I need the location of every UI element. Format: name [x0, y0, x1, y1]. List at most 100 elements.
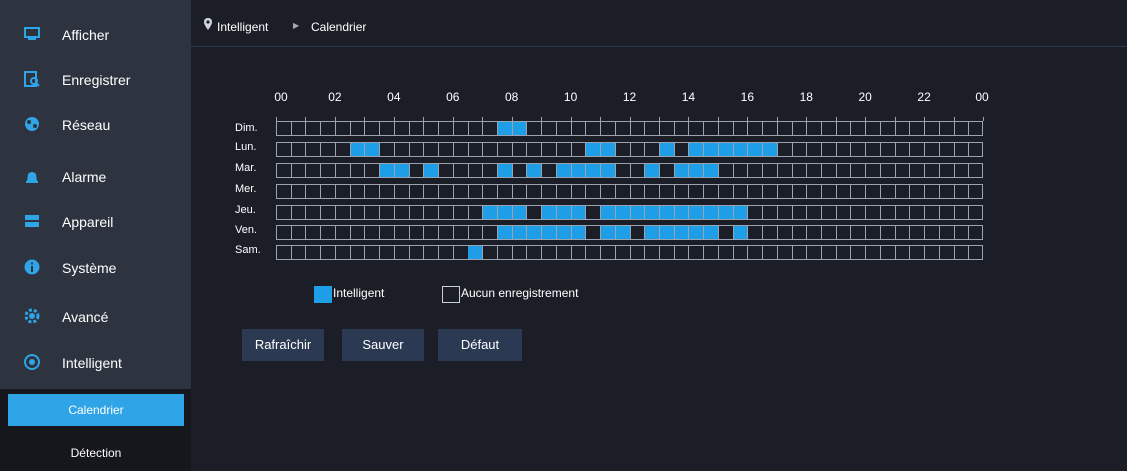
schedule-cell[interactable] — [351, 206, 366, 219]
schedule-cell[interactable] — [439, 226, 454, 239]
schedule-cell[interactable] — [292, 164, 307, 177]
schedule-cell[interactable] — [586, 143, 602, 156]
schedule-cell[interactable] — [969, 143, 984, 156]
schedule-cell[interactable] — [793, 164, 808, 177]
schedule-cell[interactable] — [351, 246, 366, 259]
schedule-cell[interactable] — [689, 226, 705, 239]
schedule-cell[interactable] — [718, 143, 734, 156]
schedule-cell[interactable] — [513, 143, 528, 156]
breadcrumb-root[interactable]: Intelligent — [217, 20, 268, 34]
schedule-cell[interactable] — [778, 185, 793, 198]
schedule-cell[interactable] — [734, 164, 749, 177]
schedule-cell[interactable] — [616, 143, 631, 156]
schedule-cell[interactable] — [925, 122, 940, 135]
schedule-cell[interactable] — [277, 206, 292, 219]
schedule-cell[interactable] — [365, 246, 381, 259]
schedule-cell[interactable] — [866, 143, 881, 156]
schedule-cell[interactable] — [807, 164, 822, 177]
schedule-cell[interactable] — [778, 206, 793, 219]
schedule-cell[interactable] — [955, 185, 970, 198]
sidebar-item-intelligent[interactable]: Intelligent — [0, 342, 191, 388]
schedule-cell[interactable] — [616, 122, 631, 135]
schedule-cell[interactable] — [527, 164, 543, 177]
schedule-cell[interactable] — [395, 185, 410, 198]
schedule-cell[interactable] — [483, 206, 498, 219]
schedule-cell[interactable] — [527, 185, 543, 198]
schedule-cell[interactable] — [704, 122, 719, 135]
sidebar-item-appareil[interactable]: Appareil — [0, 201, 191, 247]
sidebar-subitem-calendrier[interactable]: Calendrier — [8, 394, 184, 426]
schedule-cell[interactable] — [748, 185, 764, 198]
schedule-cell[interactable] — [793, 206, 808, 219]
schedule-cell[interactable] — [689, 122, 705, 135]
schedule-cell[interactable] — [513, 246, 528, 259]
schedule-cell[interactable] — [896, 143, 911, 156]
schedule-cell[interactable] — [837, 122, 852, 135]
save-button[interactable]: Sauver — [342, 329, 424, 361]
schedule-row[interactable] — [276, 205, 983, 220]
schedule-cell[interactable] — [292, 226, 307, 239]
schedule-row[interactable] — [276, 121, 983, 136]
schedule-cell[interactable] — [601, 185, 616, 198]
schedule-cell[interactable] — [336, 164, 351, 177]
schedule-cell[interactable] — [586, 246, 602, 259]
schedule-cell[interactable] — [910, 122, 926, 135]
schedule-cell[interactable] — [733, 226, 749, 239]
schedule-cell[interactable] — [822, 206, 837, 219]
schedule-cell[interactable] — [675, 185, 690, 198]
schedule-cell[interactable] — [955, 143, 970, 156]
schedule-cell[interactable] — [645, 143, 660, 156]
schedule-cell[interactable] — [454, 206, 469, 219]
schedule-cell[interactable] — [410, 246, 425, 259]
schedule-cell[interactable] — [468, 206, 484, 219]
schedule-cell[interactable] — [497, 226, 513, 239]
schedule-cell[interactable] — [940, 206, 955, 219]
schedule-cell[interactable] — [336, 206, 351, 219]
schedule-cell[interactable] — [410, 164, 425, 177]
schedule-cell[interactable] — [468, 226, 484, 239]
schedule-cell[interactable] — [527, 122, 543, 135]
schedule-cell[interactable] — [380, 143, 395, 156]
schedule-cell[interactable] — [468, 122, 484, 135]
schedule-cell[interactable] — [424, 143, 440, 156]
schedule-cell[interactable] — [763, 246, 778, 259]
schedule-cell[interactable] — [645, 206, 660, 219]
schedule-cell[interactable] — [380, 206, 395, 219]
schedule-cell[interactable] — [512, 226, 528, 239]
schedule-cell[interactable] — [542, 164, 557, 177]
schedule-cell[interactable] — [572, 246, 587, 259]
schedule-cell[interactable] — [969, 122, 984, 135]
schedule-cell[interactable] — [778, 226, 793, 239]
schedule-cell[interactable] — [704, 206, 719, 219]
schedule-cell[interactable] — [674, 164, 690, 177]
schedule-cell[interactable] — [454, 185, 469, 198]
schedule-cell[interactable] — [306, 226, 322, 239]
schedule-cell[interactable] — [837, 246, 852, 259]
schedule-cell[interactable] — [365, 185, 381, 198]
schedule-cell[interactable] — [719, 185, 734, 198]
schedule-cell[interactable] — [321, 122, 336, 135]
schedule-cell[interactable] — [292, 122, 307, 135]
schedule-cell[interactable] — [586, 185, 602, 198]
schedule-cell[interactable] — [321, 164, 336, 177]
schedule-cell[interactable] — [881, 185, 896, 198]
schedule-cell[interactable] — [277, 164, 292, 177]
schedule-cell[interactable] — [689, 185, 705, 198]
schedule-cell[interactable] — [851, 185, 867, 198]
schedule-cell[interactable] — [616, 246, 631, 259]
schedule-cell[interactable] — [925, 246, 940, 259]
schedule-cell[interactable] — [277, 122, 292, 135]
schedule-cell[interactable] — [497, 206, 513, 219]
schedule-cell[interactable] — [881, 206, 896, 219]
schedule-cell[interactable] — [468, 185, 484, 198]
schedule-cell[interactable] — [380, 122, 395, 135]
default-button[interactable]: Défaut — [438, 329, 522, 361]
schedule-cell[interactable] — [660, 185, 675, 198]
schedule-cell[interactable] — [410, 143, 425, 156]
schedule-cell[interactable] — [734, 185, 749, 198]
schedule-cell[interactable] — [527, 226, 543, 239]
sidebar-item-alarme[interactable]: Alarme — [0, 156, 191, 202]
schedule-cell[interactable] — [468, 164, 484, 177]
schedule-cell[interactable] — [881, 143, 896, 156]
schedule-cell[interactable] — [410, 226, 425, 239]
